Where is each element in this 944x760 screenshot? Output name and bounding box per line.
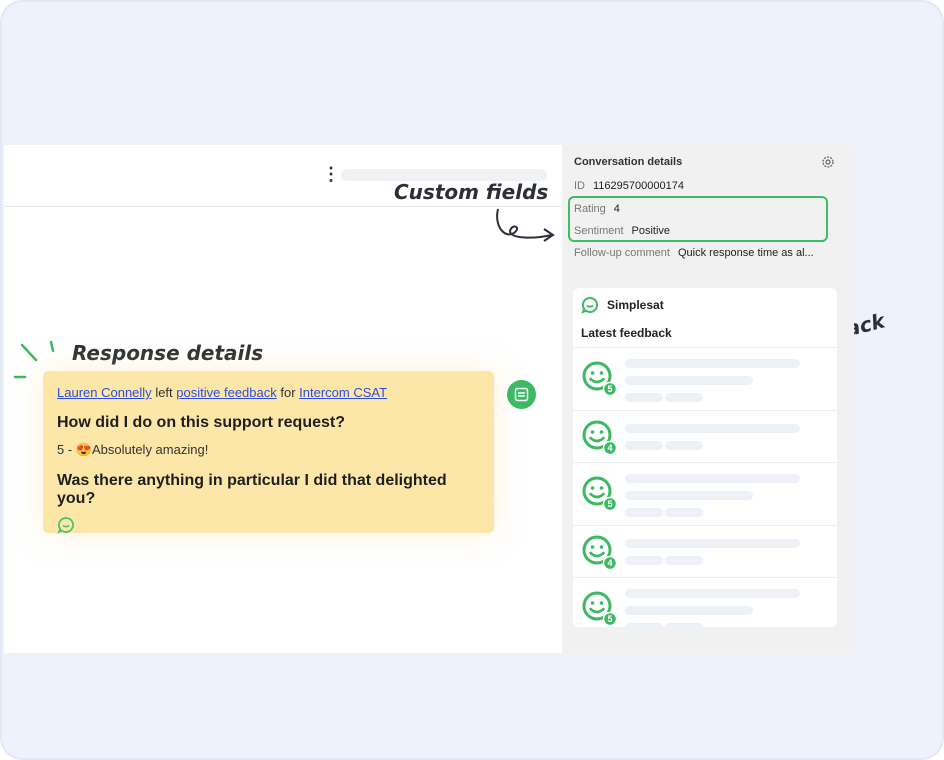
custom-fields-highlight [568,196,828,242]
panel-title: Conversation details [574,156,683,168]
response-card: Lauren Connelly left positive feedback f… [43,371,494,534]
placeholder-bar [625,589,800,598]
smiley-icon: 5 [582,361,618,397]
meta-text: for [280,385,296,400]
more-options-icon[interactable]: ⋮ [322,165,340,183]
score-badge: 5 [607,614,612,624]
feedback-link[interactable]: positive feedback [176,385,276,400]
placeholder-bar [625,474,800,483]
chat-icon [57,517,74,534]
arrow-icon [496,208,555,242]
feedback-item[interactable]: 5 [573,347,837,410]
survey-link[interactable]: Intercom CSAT [299,385,387,400]
feedback-item[interactable]: 4 [573,525,837,577]
simplesat-title: Simplesat [607,298,664,312]
score-badge: 4 [607,443,612,453]
simplesat-logo-icon [581,296,599,314]
gear-icon[interactable] [821,155,835,169]
placeholder-bar [625,424,800,433]
placeholder-bar [625,491,753,500]
placeholder-bar [625,393,663,402]
author-link[interactable]: Lauren Connelly [57,385,152,400]
placeholder-bar [665,623,703,632]
latest-feedback-heading: Latest feedback [581,326,672,340]
simplesat-card: Simplesat Latest feedback 5 4 5 4 5 [573,288,837,632]
feedback-item[interactable]: 5 [573,462,837,525]
annotation-response-details: Response details [72,341,264,365]
answer-1: 5 - 😍Absolutely amazing! [57,442,209,457]
placeholder-bar [665,508,703,517]
smiley-icon: 4 [582,420,618,456]
note-icon [514,387,529,402]
smiley-icon: 4 [582,535,618,571]
placeholder-bar [625,359,800,368]
note-button[interactable] [507,380,536,409]
placeholder-bar [625,539,800,548]
meta-text: left [155,385,173,400]
smiley-icon: 5 [582,476,618,512]
followup-field: Follow-up comment Quick response time as … [574,247,814,259]
feedback-item[interactable]: 5 [573,577,837,632]
score-badge: 5 [607,384,612,394]
id-field: ID 116295700000174 [574,180,684,192]
placeholder-bar [625,508,663,517]
placeholder-bar [625,376,753,385]
placeholder-bar [625,606,753,615]
annotation-custom-fields: Custom fields [394,180,549,204]
smiley-icon: 5 [582,591,618,627]
score-badge: 4 [607,558,612,568]
placeholder-bar [665,556,703,565]
question-2: Was there anything in particular I did t… [57,472,447,507]
score-badge: 5 [607,499,612,509]
feedback-item[interactable]: 4 [573,410,837,462]
response-meta: Lauren Connelly left positive feedback f… [57,385,480,400]
placeholder-bar [625,556,663,565]
placeholder-bar [665,393,703,402]
placeholder-bar [665,441,703,450]
placeholder-bar [625,441,663,450]
placeholder-bar [625,623,663,632]
question-1: How did I do on this support request? [57,414,345,431]
